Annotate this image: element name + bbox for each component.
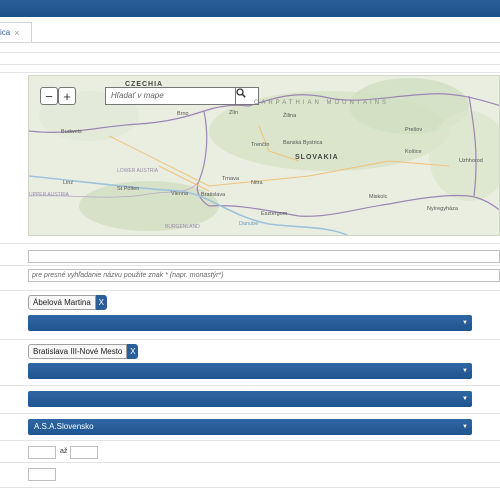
map-label: Zlín — [229, 110, 239, 116]
map-label: LOWER AUSTRIA — [117, 168, 159, 174]
search-icon — [236, 88, 246, 98]
map-label: Bratislava — [201, 192, 226, 198]
divider — [0, 440, 500, 441]
map-label: Brno — [177, 111, 189, 117]
map-label: CARPATHIAN MOUNTAINS — [254, 100, 390, 106]
tab-active[interactable]: ica × — [0, 22, 32, 42]
tab-strip: ica × — [0, 17, 500, 43]
map-label: St Pölten — [117, 186, 140, 192]
range-from-input[interactable] — [28, 446, 56, 459]
map-label: Prešov — [405, 127, 423, 133]
map-label: Nitra — [251, 180, 263, 186]
selected-chip: Ábelová Martina X — [28, 295, 107, 310]
map-label: Danube — [239, 221, 259, 227]
chevron-down-icon: ▼ — [462, 320, 468, 326]
divider — [0, 52, 500, 53]
zoom-in-button[interactable]: + — [58, 87, 76, 105]
chevron-down-icon: ▼ — [462, 396, 468, 402]
chevron-down-icon: ▼ — [462, 424, 468, 430]
map-label: Trnava — [222, 176, 239, 182]
map-search-input[interactable]: Hľadať v mape — [105, 87, 235, 105]
map-label: Linz — [63, 180, 74, 186]
range-to-input[interactable] — [70, 446, 98, 459]
divider — [0, 243, 500, 244]
map-label: Esztergom — [261, 211, 288, 217]
map-label: SLOVAKIA — [295, 154, 339, 161]
divider — [0, 290, 500, 291]
divider — [0, 385, 500, 386]
chevron-down-icon: ▼ — [462, 368, 468, 374]
map-label: Budweis — [61, 129, 82, 135]
divider — [0, 265, 500, 266]
divider — [0, 339, 500, 340]
map-label: UPPER AUSTRIA — [29, 192, 70, 198]
chip-remove-button[interactable]: X — [127, 344, 139, 359]
map-label: Žilina — [283, 113, 297, 119]
divider — [0, 72, 500, 73]
divider — [0, 462, 500, 463]
range-separator: až — [60, 448, 68, 455]
map-label: Vienna — [171, 191, 189, 197]
map-label: Nyíregyháza — [427, 206, 458, 212]
divider — [0, 487, 500, 488]
selected-chip: Bratislava III-Nové Mesto X — [28, 344, 139, 359]
select-dropdown-3[interactable]: ▼ — [28, 391, 472, 407]
chip-label: Ábelová Martina — [28, 295, 96, 310]
tab-close-icon[interactable]: × — [14, 28, 19, 38]
select-dropdown-1[interactable]: ▼ — [28, 315, 472, 331]
chip-remove-button[interactable]: X — [95, 295, 107, 310]
top-header-bar — [0, 0, 500, 17]
map-label: Uzhhorod — [459, 158, 483, 164]
map-label: Trenčín — [251, 142, 270, 148]
map-label: Košice — [405, 149, 422, 155]
extra-input[interactable] — [28, 468, 56, 481]
divider — [0, 64, 500, 65]
select-value: A.S.A.Slovensko — [34, 422, 94, 431]
map-label: BURGENLAND — [165, 224, 200, 230]
name-search-hint: pre presné vyhľadanie názvu použite znak… — [28, 269, 500, 282]
select-dropdown-2[interactable]: ▼ — [28, 363, 472, 379]
map-label: Banská Bystrica — [283, 140, 323, 146]
divider — [0, 413, 500, 414]
map-view[interactable]: − + Hľadať v mape CZECHIA CARPATHIAN MOU… — [28, 75, 500, 236]
map-label: CZECHIA — [125, 81, 164, 88]
tab-label: ica — [0, 28, 11, 37]
zoom-out-button[interactable]: − — [40, 87, 58, 105]
select-dropdown-4[interactable]: A.S.A.Slovensko ▼ — [28, 419, 472, 435]
map-label: Miskolc — [369, 194, 388, 200]
name-input[interactable] — [28, 250, 500, 263]
chip-label: Bratislava III-Nové Mesto — [28, 344, 128, 359]
